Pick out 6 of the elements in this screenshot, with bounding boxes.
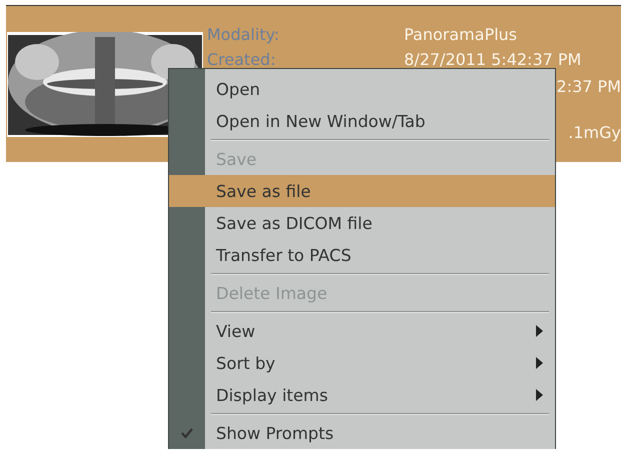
- field-label: Created:: [207, 50, 277, 70]
- field-label: Modality:: [207, 25, 280, 46]
- field-value: .1mGy: [568, 122, 621, 144]
- field-value: 2:37 PM: [556, 76, 621, 98]
- field-value: 8/27/2011 5:42:37 PM: [404, 50, 582, 70]
- field-value: PanoramaPlus: [404, 25, 518, 46]
